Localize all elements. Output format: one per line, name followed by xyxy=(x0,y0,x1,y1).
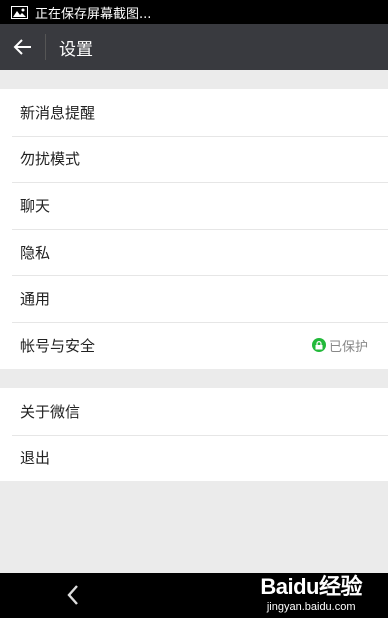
settings-item-label: 新消息提醒 xyxy=(20,103,96,122)
settings-item-new-message-alerts[interactable]: 新消息提醒 xyxy=(0,89,388,136)
protection-status-label: 已保护 xyxy=(328,339,368,355)
settings-item-label: 通用 xyxy=(20,290,51,309)
settings-item-label: 隐私 xyxy=(20,243,51,262)
settings-item-logout[interactable]: 退出 xyxy=(0,434,388,482)
watermark-url: jingyan.baidu.com xyxy=(266,601,356,613)
settings-item-privacy[interactable]: 隐私 xyxy=(0,228,388,276)
chevron-left-icon xyxy=(67,585,78,605)
settings-group-secondary: 关于微信 退出 xyxy=(0,388,388,481)
settings-item-account-security[interactable]: 帐号与安全 已保护 xyxy=(0,321,388,369)
header-divider xyxy=(45,34,46,60)
image-icon xyxy=(11,5,28,19)
nav-back-button[interactable] xyxy=(62,583,86,607)
protection-status: 已保护 xyxy=(311,336,368,355)
status-text: 正在保存屏幕截图... xyxy=(35,6,152,22)
settings-item-general[interactable]: 通用 xyxy=(0,275,388,322)
settings-item-about-wechat[interactable]: 关于微信 xyxy=(0,388,388,435)
settings-item-chat[interactable]: 聊天 xyxy=(0,182,388,229)
app-bar: 设置 xyxy=(0,24,388,70)
settings-item-label: 关于微信 xyxy=(20,402,81,421)
page-title: 设置 xyxy=(59,39,93,60)
baidu-watermark: Baidu经验 jingyan.baidu.com xyxy=(260,574,362,613)
back-button[interactable] xyxy=(0,24,45,70)
settings-item-label: 退出 xyxy=(20,449,51,468)
settings-item-label: 勿扰模式 xyxy=(20,150,81,169)
settings-item-do-not-disturb[interactable]: 勿扰模式 xyxy=(0,135,388,183)
settings-item-label: 聊天 xyxy=(20,196,51,215)
lock-icon xyxy=(311,338,326,353)
watermark-brand: Baidu经验 xyxy=(260,574,362,599)
status-bar: 正在保存屏幕截图... xyxy=(0,0,388,24)
arrow-left-icon xyxy=(13,39,31,55)
settings-item-label: 帐号与安全 xyxy=(20,336,96,355)
settings-group-main: 新消息提醒 勿扰模式 聊天 隐私 通用 帐号与安全 已保护 xyxy=(0,89,388,369)
